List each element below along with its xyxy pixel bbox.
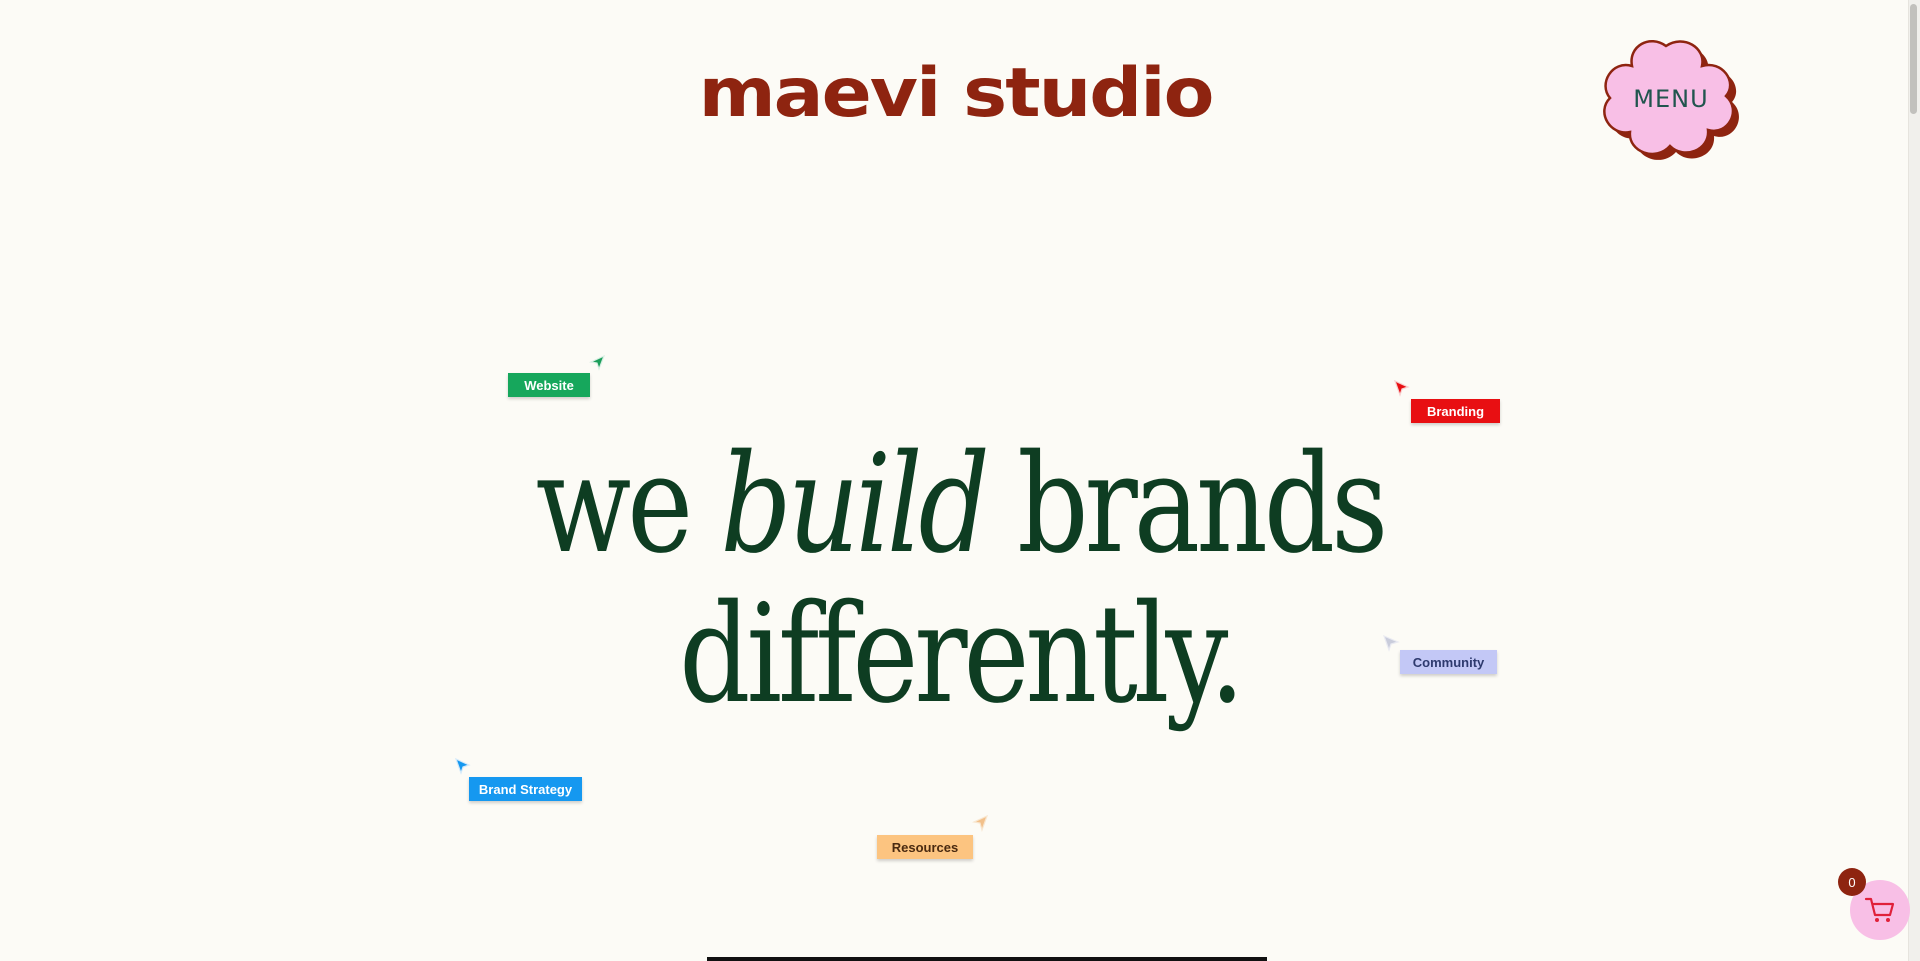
tag-branding[interactable]: Branding	[1411, 399, 1500, 423]
menu-button[interactable]: MENU	[1598, 38, 1744, 162]
menu-label: MENU	[1633, 84, 1709, 113]
cart-count-badge: 0	[1838, 868, 1866, 896]
tag-brand-strategy[interactable]: Brand Strategy	[469, 777, 582, 801]
hero-word-brands: brands	[1017, 426, 1388, 584]
cart-icon	[1864, 897, 1895, 922]
site-logo[interactable]: maevi studio	[699, 52, 1215, 135]
tag-community[interactable]: Community	[1400, 650, 1497, 674]
hero-line-1: we build brands	[525, 430, 1394, 580]
hero-line-2: differently.	[679, 576, 1245, 734]
hero-headline: we build brands differently.	[525, 430, 1394, 730]
section-top-edge	[707, 957, 1267, 961]
cursor-arrow-icon	[588, 354, 606, 371]
hero-word-build: build	[720, 426, 990, 584]
cursor-arrow-icon	[454, 757, 471, 775]
cursor-arrow-icon	[1393, 379, 1410, 397]
scrollbar-thumb[interactable]	[1910, 4, 1917, 114]
page: maevi studio MENU we build brands differ…	[0, 0, 1920, 961]
cursor-arrow-icon	[971, 814, 989, 832]
cursor-arrow-icon	[1382, 634, 1400, 652]
hero-word-we: we	[535, 426, 693, 584]
tag-resources[interactable]: Resources	[877, 835, 973, 859]
tag-website[interactable]: Website	[508, 373, 590, 397]
scrollbar-track[interactable]	[1908, 0, 1920, 961]
